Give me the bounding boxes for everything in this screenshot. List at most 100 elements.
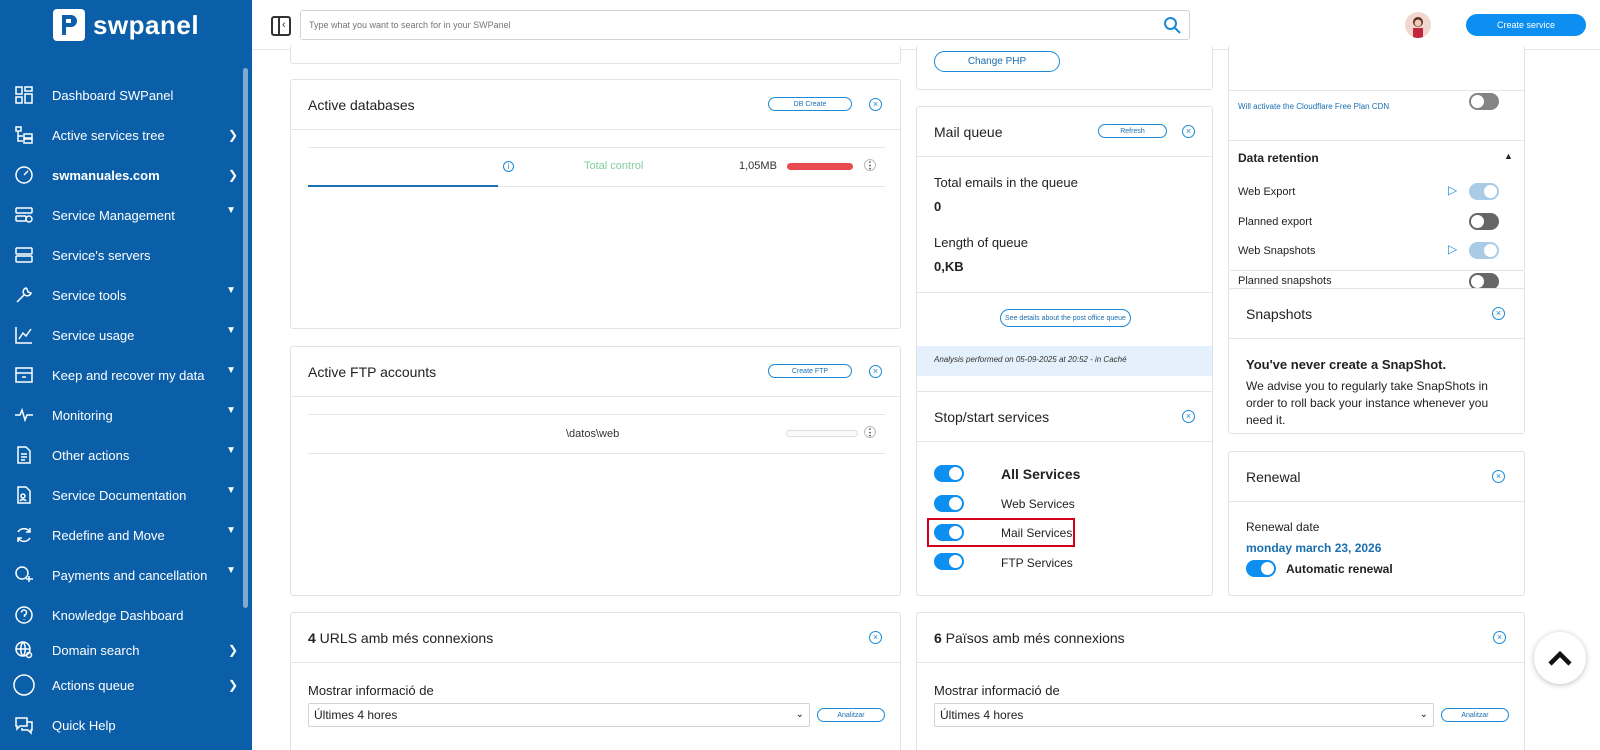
data-retention-card: Will activate the Cloudflare Free Plan C… (1228, 45, 1525, 271)
close-icon[interactable]: × (869, 365, 882, 378)
auto-renewal-toggle[interactable] (1246, 560, 1276, 577)
search-icon[interactable] (1163, 16, 1181, 37)
sidebar-item-service-documentation[interactable]: Service Documentation ▼ (0, 475, 252, 515)
chart-icon (12, 323, 36, 347)
db-usage-bar (787, 163, 853, 170)
create-service-button[interactable]: Create service (1466, 14, 1586, 36)
archive-icon (12, 363, 36, 387)
logo[interactable]: swpanel (0, 0, 252, 50)
play-icon[interactable]: ▷ (1448, 242, 1457, 256)
db-size: 1,05MB (739, 160, 777, 172)
ftp-usage-bar (786, 430, 858, 437)
chevron-right-icon: ❯ (227, 643, 238, 657)
sidebar-item-swmanuales[interactable]: swmanuales.com ❯ (0, 155, 252, 195)
more-options-icon[interactable]: ⋮ (864, 159, 876, 171)
card-title: Snapshots (1246, 305, 1313, 322)
close-icon[interactable]: × (1493, 631, 1506, 644)
search-input[interactable] (301, 11, 1141, 39)
web-export-toggle[interactable] (1469, 183, 1499, 200)
ftp-services-label: FTP Services (1001, 556, 1073, 570)
card-header: 6 Països amb més connexions × (917, 613, 1524, 663)
analyze-button[interactable]: Analitzar (817, 708, 885, 722)
sidebar-item-keep-recover[interactable]: Keep and recover my data ▼ (0, 355, 252, 395)
analyze-button[interactable]: Analitzar (1441, 708, 1509, 722)
sidebar-item-services-servers[interactable]: Service's servers (0, 235, 252, 275)
play-icon[interactable]: ▷ (1448, 183, 1457, 197)
refresh-icon (12, 523, 36, 547)
chevron-down-icon: ⌄ (1419, 709, 1428, 720)
divider (917, 292, 1212, 293)
cloudflare-note: Will activate the Cloudflare Free Plan C… (1238, 102, 1390, 111)
sidebar-item-monitoring[interactable]: Monitoring ▼ (0, 395, 252, 435)
all-services-toggle[interactable] (934, 465, 964, 482)
close-icon[interactable]: × (1182, 125, 1195, 138)
sidebar-item-knowledge[interactable]: Knowledge Dashboard (0, 595, 252, 635)
scroll-to-top-button[interactable] (1534, 632, 1586, 684)
chevron-down-icon: ▼ (226, 525, 236, 536)
sidebar-item-other-actions[interactable]: Other actions ▼ (0, 435, 252, 475)
pulse-icon (12, 403, 36, 427)
close-icon[interactable]: × (869, 98, 882, 111)
sidebar-item-label: Dashboard SWPanel (52, 87, 174, 103)
card-header: Snapshots × (1229, 289, 1524, 339)
renewal-date-value: monday march 23, 2026 (1246, 541, 1382, 555)
close-icon[interactable]: × (1182, 410, 1195, 423)
collapse-sidebar-icon[interactable]: ‹ (271, 16, 291, 36)
sidebar-item-label: Service tools (52, 287, 127, 303)
sidebar-item-dashboard[interactable]: Dashboard SWPanel (0, 75, 252, 115)
sidebar-item-active-services-tree[interactable]: Active services tree ❯ (0, 115, 252, 155)
change-php-button[interactable]: Change PHP (934, 51, 1060, 72)
close-icon[interactable]: × (1492, 307, 1505, 320)
info-icon[interactable]: i (503, 161, 514, 172)
all-services-label: All Services (1001, 466, 1081, 482)
card-header: Stop/start services × (917, 392, 1212, 442)
main-content: Change PHP Active databases DB Create × … (252, 45, 1600, 750)
sidebar-item-payments[interactable]: Payments and cancellation ▼ (0, 555, 252, 595)
mail-queue-card: Mail queue Refresh × Total emails in the… (916, 106, 1213, 426)
sidebar-item-quick-help[interactable]: Quick Help (0, 705, 252, 745)
sidebar-item-service-usage[interactable]: Service usage ▼ (0, 315, 252, 355)
web-snapshots-toggle[interactable] (1469, 242, 1499, 259)
time-range-select[interactable]: Últimes 4 hores ⌄ (308, 703, 810, 727)
close-icon[interactable]: × (1492, 470, 1505, 483)
analysis-note: Analysis performed on 05-09-2025 at 20:5… (934, 355, 1127, 364)
db-name-underline (308, 185, 498, 187)
url-title-text: URLS amb més connexions (315, 629, 494, 646)
sidebar-item-label: Quick Help (52, 717, 116, 733)
close-icon[interactable]: × (869, 631, 882, 644)
show-info-label: Mostrar informació de (934, 683, 1060, 698)
mail-services-label: Mail Services (1001, 526, 1073, 540)
planned-export-toggle[interactable] (1469, 213, 1499, 230)
create-ftp-button[interactable]: Create FTP (768, 364, 852, 378)
snapshots-body: We advise you to regularly take SnapShot… (1246, 379, 1489, 427)
sidebar-item-label: Other actions (52, 447, 130, 463)
sidebar-item-label: swmanuales.com (52, 167, 160, 183)
sidebar-scrollbar[interactable] (243, 68, 248, 608)
divider (1229, 90, 1524, 91)
mail-services-toggle[interactable] (934, 524, 964, 541)
snapshots-card: Snapshots × You've never create a SnapSh… (1228, 288, 1525, 434)
time-range-select[interactable]: Últimes 4 hores ⌄ (934, 703, 1434, 727)
ftp-services-toggle[interactable] (934, 553, 964, 570)
sidebar-item-domain-search[interactable]: Domain search ❯ (0, 635, 252, 665)
more-options-icon[interactable]: ⋮ (864, 426, 876, 438)
avatar[interactable] (1405, 12, 1431, 38)
sidebar-item-redefine-move[interactable]: Redefine and Move ▼ (0, 515, 252, 555)
sidebar-item-label: Active services tree (52, 127, 165, 143)
card-title: Active databases (308, 96, 415, 113)
cloudflare-toggle[interactable] (1469, 93, 1499, 110)
sidebar-item-service-management[interactable]: Service Management ▼ (0, 195, 252, 235)
document-icon (12, 443, 36, 467)
sidebar-item-service-tools[interactable]: Service tools ▼ (0, 275, 252, 315)
url-count: 4 (308, 629, 316, 646)
db-create-button[interactable]: DB Create (768, 97, 852, 111)
refresh-button[interactable]: Refresh (1098, 124, 1167, 138)
web-services-toggle[interactable] (934, 495, 964, 512)
web-export-label: Web Export (1238, 186, 1296, 198)
country-count: 6 (934, 629, 942, 646)
chevron-down-icon: ▼ (226, 365, 236, 376)
sidebar: swpanel Dashboard SWPanel Active service… (0, 0, 252, 750)
queue-details-button[interactable]: See details about the post office queue (1000, 309, 1131, 327)
collapse-caret-icon[interactable]: ▲ (1504, 151, 1513, 161)
sidebar-item-actions-queue[interactable]: Actions queue ❯ (0, 665, 252, 705)
